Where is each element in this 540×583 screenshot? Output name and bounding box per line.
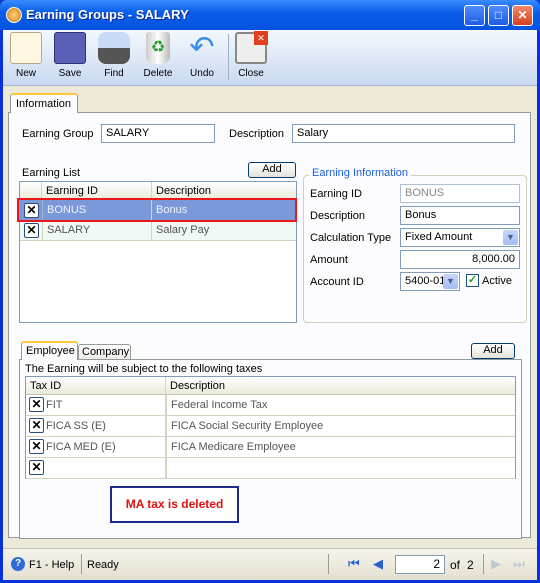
- column-description[interactable]: Description: [152, 182, 296, 199]
- table-row[interactable]: ✕: [26, 458, 515, 479]
- earning-list-label: Earning List: [22, 167, 81, 179]
- delete-row-icon[interactable]: ✕: [29, 460, 44, 475]
- earning-id-input: BONUS: [400, 184, 520, 203]
- close-label: Close: [238, 68, 264, 79]
- tab-information-label: Information: [16, 98, 72, 110]
- delete-button[interactable]: ♻ Delete: [136, 32, 180, 79]
- add-tax-button[interactable]: Add: [471, 343, 515, 359]
- delete-row-icon[interactable]: ✕: [29, 439, 44, 454]
- recycle-bin-icon: ♻: [146, 32, 170, 64]
- last-record-icon[interactable]: ⏭: [513, 556, 525, 572]
- tab-information[interactable]: Information: [10, 93, 78, 113]
- of-label: of: [450, 558, 461, 572]
- delete-label: Delete: [143, 68, 173, 79]
- save-disk-icon: [54, 32, 86, 64]
- next-record-icon[interactable]: ▶: [491, 556, 501, 572]
- save-label: Save: [58, 68, 82, 79]
- chevron-down-icon[interactable]: ▼: [443, 274, 458, 289]
- column-tax-id[interactable]: Tax ID: [26, 377, 166, 394]
- find-button[interactable]: Find: [92, 32, 136, 79]
- calculation-type-label: Calculation Type: [310, 232, 392, 244]
- new-label: New: [15, 68, 36, 79]
- undo-label: Undo: [190, 68, 214, 79]
- column-earning-id[interactable]: Earning ID: [42, 182, 152, 199]
- annotation-note: MA tax is deleted: [110, 486, 239, 523]
- cell-tax-id: FIT: [44, 395, 166, 415]
- new-document-icon: [10, 32, 42, 64]
- earning-information-legend: Earning Information: [309, 167, 411, 179]
- active-checkbox[interactable]: ✓: [466, 274, 479, 287]
- tab-company[interactable]: Company: [78, 344, 131, 360]
- window-title: Earning Groups - SALARY: [26, 7, 189, 22]
- save-button[interactable]: Save: [48, 32, 92, 79]
- account-id-value: 5400-01: [405, 275, 446, 287]
- selection-highlight: [17, 198, 297, 222]
- table-row[interactable]: ✕ FIT Federal Income Tax: [26, 395, 515, 416]
- amount-label: Amount: [310, 254, 348, 266]
- title-bar: Earning Groups - SALARY _ □ ✕: [0, 0, 540, 30]
- tab-employee[interactable]: Employee: [21, 341, 78, 360]
- add-earning-button[interactable]: Add: [248, 162, 296, 178]
- cell-tax-description: FICA Social Security Employee: [166, 416, 515, 436]
- close-window-button[interactable]: ✕: [512, 5, 533, 26]
- cell-tax-description: [166, 458, 515, 478]
- total-pages: 2: [467, 558, 474, 572]
- status-text: Ready: [87, 559, 119, 571]
- account-id-select[interactable]: 5400-01 ▼: [400, 272, 460, 291]
- tab-company-label: Company: [82, 346, 130, 358]
- tab-employee-label: Employee: [26, 345, 75, 357]
- find-label: Find: [104, 68, 124, 79]
- page-number-input[interactable]: 2: [395, 555, 445, 574]
- cell-tax-id: [44, 458, 166, 478]
- close-button[interactable]: ✕ Close: [229, 31, 273, 79]
- close-form-icon: ✕: [235, 31, 268, 64]
- tax-grid: Tax ID Description ✕ FIT Federal Income …: [25, 376, 516, 479]
- minimize-button[interactable]: _: [464, 5, 485, 26]
- grid-header: Tax ID Description: [26, 377, 515, 395]
- app-icon: [6, 7, 22, 23]
- earning-description-label: Description: [310, 210, 366, 222]
- cell-tax-description: FICA Medicare Employee: [166, 437, 515, 457]
- taxes-note: The Earning will be subject to the follo…: [25, 363, 263, 375]
- help-icon[interactable]: ?: [11, 557, 25, 571]
- description-input[interactable]: Salary: [292, 124, 515, 143]
- help-label[interactable]: F1 - Help: [29, 559, 74, 571]
- account-id-label: Account ID: [310, 276, 364, 288]
- calculation-type-select[interactable]: Fixed Amount ▼: [400, 228, 520, 247]
- chevron-down-icon[interactable]: ▼: [503, 230, 518, 245]
- table-row[interactable]: ✕ FICA MED (E) FICA Medicare Employee: [26, 437, 515, 458]
- calculation-type-value: Fixed Amount: [405, 231, 473, 243]
- new-button[interactable]: New: [4, 32, 48, 79]
- cell-description: Salary Pay: [156, 224, 210, 236]
- undo-arrow-icon: ↶: [189, 31, 215, 64]
- earning-description-input[interactable]: Bonus: [400, 206, 520, 225]
- table-row[interactable]: ✕ SALARY Salary Pay: [20, 221, 296, 241]
- cell-tax-id: FICA SS (E): [44, 416, 166, 436]
- undo-button[interactable]: ↶ Undo: [180, 31, 224, 80]
- table-row[interactable]: ✕ FICA SS (E) FICA Social Security Emplo…: [26, 416, 515, 437]
- column-tax-description[interactable]: Description: [166, 377, 515, 394]
- cell-tax-id: FICA MED (E): [44, 437, 166, 457]
- earning-group-input[interactable]: SALARY: [101, 124, 215, 143]
- binoculars-icon: [98, 32, 130, 64]
- active-label: Active: [482, 275, 512, 287]
- toolbar: New Save Find ♻ Delete ↶ Undo ✕ Close: [3, 30, 537, 86]
- earning-id-label: Earning ID: [310, 188, 362, 200]
- status-bar: ? F1 - Help Ready ⏮ ◀ 2 of 2 ▶ ⏭: [3, 548, 537, 580]
- delete-row-icon[interactable]: ✕: [24, 223, 39, 238]
- previous-record-icon[interactable]: ◀: [373, 556, 383, 572]
- description-label: Description: [229, 128, 285, 140]
- delete-row-icon[interactable]: ✕: [29, 397, 44, 412]
- cell-earning-id: SALARY: [42, 221, 152, 240]
- earning-group-label: Earning Group: [22, 128, 94, 140]
- delete-row-icon[interactable]: ✕: [29, 418, 44, 433]
- cell-tax-description: Federal Income Tax: [166, 395, 515, 415]
- maximize-button[interactable]: □: [488, 5, 509, 26]
- first-record-icon[interactable]: ⏮: [348, 556, 360, 572]
- amount-input[interactable]: 8,000.00: [400, 250, 520, 269]
